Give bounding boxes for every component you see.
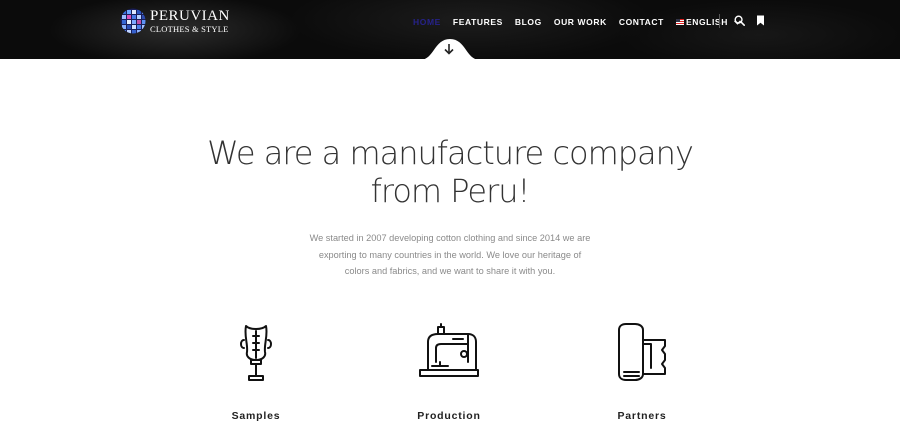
feature-partners: Partners <box>582 322 702 422</box>
hero-intro-line2: exporting to many countries in the world… <box>318 249 582 260</box>
logo[interactable]: PERUVIAN CLOTHES & STYLE <box>120 8 230 34</box>
logo-subtitle: CLOTHES & STYLE <box>150 23 229 34</box>
page: PERUVIAN CLOTHES & STYLE HOME FEATURES B… <box>0 0 900 423</box>
feature-samples: Samples <box>196 322 316 422</box>
bookmark-icon[interactable] <box>756 15 765 26</box>
nav-features[interactable]: FEATURES <box>453 17 503 27</box>
sewing-machine-icon <box>419 323 479 377</box>
mannequin-icon <box>240 325 272 381</box>
hero-intro: We started in 2007 developing cotton clo… <box>290 230 610 280</box>
feature-production-label: Production <box>417 410 481 422</box>
logo-globe-icon <box>120 8 146 34</box>
logo-text: PERUVIAN CLOTHES & STYLE <box>150 7 230 34</box>
nav-our-work[interactable]: OUR WORK <box>554 17 607 27</box>
feature-samples-label: Samples <box>231 410 281 422</box>
nav-contact[interactable]: CONTACT <box>619 17 664 27</box>
nav-blog[interactable]: BLOG <box>515 17 542 27</box>
hero-headline-line2: from Peru! <box>370 172 531 210</box>
feature-production: Production <box>389 322 509 422</box>
hero-intro-line1: We started in 2007 developing cotton clo… <box>309 233 591 243</box>
us-flag-icon <box>675 19 684 25</box>
hero-headline-line1: We are a manufacture company <box>207 134 694 172</box>
nav-divider <box>719 14 720 28</box>
language-label: ENGLISH <box>685 17 728 27</box>
feature-partners-label: Partners <box>617 410 667 422</box>
search-icon[interactable] <box>734 15 745 26</box>
language-selector[interactable]: ENGLISH <box>675 17 741 27</box>
fabric-roll-icon <box>618 323 666 381</box>
nav-home[interactable]: HOME <box>413 17 441 27</box>
hero-headline: We are a manufacture company from Peru! <box>0 134 900 210</box>
scroll-down-icon[interactable] <box>443 43 455 55</box>
logo-title: PERUVIAN <box>150 7 230 24</box>
main-nav: HOME FEATURES BLOG OUR WORK CONTACT ENGL… <box>413 15 741 29</box>
hero-intro-line3: colors and fabrics, and we want to share… <box>344 266 556 276</box>
